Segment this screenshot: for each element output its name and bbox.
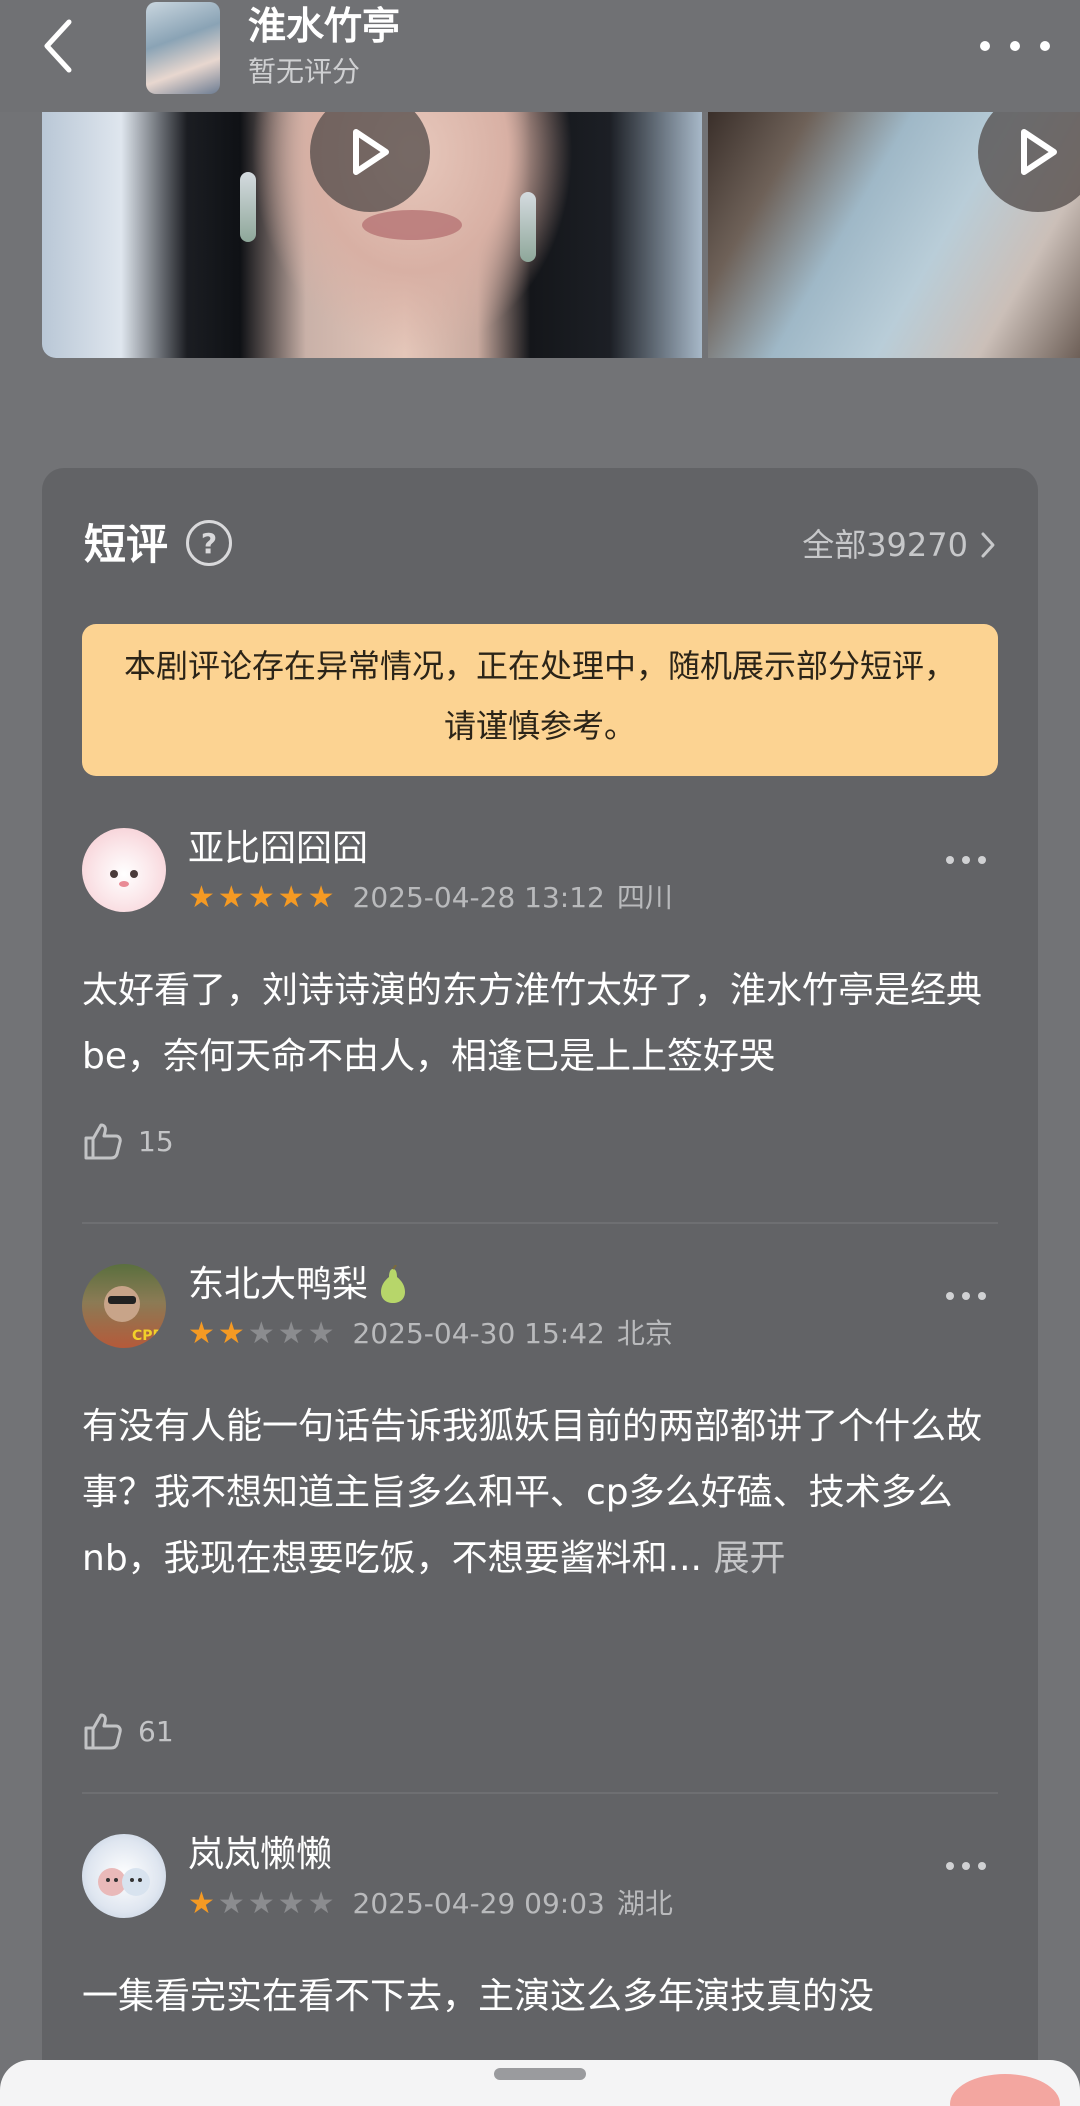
review-more-button[interactable]	[946, 1284, 986, 1308]
star-icon: ★	[277, 1886, 305, 1921]
page-title: 淮水竹亭	[248, 4, 401, 48]
review-username[interactable]: 亚比囧囧囧	[188, 824, 368, 874]
review-meta: ★ ★ ★ ★ ★ 2025-04-30 15:42 北京	[188, 1316, 673, 1352]
review-text: 一集看完实在看不下去，主演这么多年演技真的没	[82, 1976, 875, 2017]
review-location: 四川	[616, 881, 673, 914]
star-icon: ★	[188, 880, 215, 915]
username-text: 亚比囧囧囧	[188, 828, 369, 869]
chevron-right-icon	[981, 532, 995, 558]
review-time: 2025-04-29 09:03	[352, 1887, 605, 1920]
thumbnail-detail	[520, 192, 536, 262]
short-reviews-card: 短评 ? 全部39270 本剧评论存在异常情况，正在处理中，随机展示部分短评，请…	[42, 468, 1038, 2106]
avatar[interactable]	[82, 1834, 166, 1918]
like-button[interactable]: 61	[82, 1710, 174, 1752]
star-icon: ★	[277, 880, 305, 915]
help-icon[interactable]: ?	[186, 520, 232, 566]
notice-banner: 本剧评论存在异常情况，正在处理中，随机展示部分短评，请谨慎参考。	[82, 624, 998, 776]
star-icon: ★	[217, 880, 245, 915]
star-icon: ★	[307, 1886, 335, 1921]
review-item: 亚比囧囧囧 ★ ★ ★ ★ ★ 2025-04-28 13:12 四川 太好看了，刘诗诗…	[82, 828, 998, 1160]
thumbnail-detail	[362, 210, 462, 240]
play-icon[interactable]	[310, 112, 430, 212]
username-text: 岚岚懒懒	[188, 1834, 333, 1875]
pear-icon	[381, 1265, 406, 1303]
star-icon: ★	[247, 880, 275, 915]
review-meta: ★ ★ ★ ★ ★ 2025-04-29 09:03 湖北	[188, 1886, 673, 1922]
star-rating: ★ ★ ★ ★ ★	[188, 1889, 335, 1919]
star-rating: ★ ★ ★ ★ ★	[188, 883, 335, 913]
review-text: 太好看了，刘诗诗演的东方淮竹太好了，淮水竹亭是经典be，奈何天命不由人，相逢已是…	[82, 970, 983, 1077]
review-time: 2025-04-30 15:42	[352, 1317, 605, 1350]
like-count: 61	[138, 1714, 174, 1748]
drama-poster[interactable]	[146, 2, 220, 94]
divider	[82, 1222, 998, 1224]
like-count: 15	[138, 1124, 174, 1158]
expand-link[interactable]: 展开	[713, 1538, 785, 1579]
rating-status: 暂无评分	[248, 55, 361, 88]
video-thumbnail[interactable]	[42, 112, 702, 358]
star-icon: ★	[217, 1886, 245, 1921]
star-icon: ★	[247, 1886, 275, 1921]
chevron-left-icon	[44, 19, 72, 73]
star-icon: ★	[307, 1316, 335, 1351]
top-bar: 淮水竹亭 暂无评分	[0, 0, 1080, 112]
all-reviews-link[interactable]: 全部39270	[802, 518, 996, 572]
play-icon[interactable]	[978, 112, 1080, 212]
all-reviews-label: 全部39270	[802, 526, 968, 564]
more-options-button[interactable]	[980, 26, 1050, 66]
thumbnail-detail	[240, 172, 256, 242]
avatar[interactable]: CPD	[82, 1264, 166, 1348]
review-text: 有没有人能一句话告诉我狐妖目前的两部都讲了个什么故事？我不想知道主旨多么和平、c…	[82, 1394, 998, 1592]
star-icon: ★	[188, 1316, 215, 1351]
video-thumbnail[interactable]	[708, 112, 1080, 358]
review-username[interactable]: 东北大鸭梨	[188, 1260, 410, 1310]
review-location: 北京	[616, 1317, 673, 1350]
review-more-button[interactable]	[946, 1854, 986, 1878]
video-strip	[0, 112, 1080, 358]
star-rating: ★ ★ ★ ★ ★	[188, 1319, 335, 1349]
star-icon: ★	[188, 1886, 215, 1921]
star-icon: ★	[247, 1316, 275, 1351]
review-meta: ★ ★ ★ ★ ★ 2025-04-28 13:12 四川	[188, 880, 673, 916]
divider	[82, 1792, 998, 1794]
review-text-body: 有没有人能一句话告诉我狐妖目前的两部都讲了个什么故事？我不想知道主旨多么和平、c…	[82, 1406, 983, 1579]
review-location: 湖北	[616, 1887, 673, 1920]
star-icon: ★	[307, 880, 335, 915]
back-button[interactable]	[30, 14, 86, 78]
section-title: 短评	[84, 520, 169, 569]
star-icon: ★	[277, 1316, 305, 1351]
star-icon: ★	[217, 1316, 245, 1351]
thumbs-up-icon	[84, 1713, 122, 1750]
avatar[interactable]	[82, 828, 166, 912]
review-time: 2025-04-28 13:12	[352, 881, 605, 914]
review-more-button[interactable]	[946, 848, 986, 872]
thumbs-up-icon	[84, 1123, 122, 1160]
review-item: CPD 东北大鸭梨 ★ ★ ★ ★ ★ 2025-04-30 15:42 北京 有没有人…	[82, 1264, 998, 1750]
home-bar[interactable]	[494, 2068, 586, 2080]
review-username[interactable]: 岚岚懒懒	[188, 1830, 332, 1880]
svg-text:CPD: CPD	[132, 1328, 164, 1344]
username-text: 东北大鸭梨	[188, 1264, 369, 1305]
review-item: 岚岚懒懒 ★ ★ ★ ★ ★ 2025-04-29 09:03 湖北 一集看完实在看不下…	[82, 1834, 998, 2074]
like-button[interactable]: 15	[82, 1120, 174, 1162]
bottom-sheet-handle[interactable]	[0, 2060, 1080, 2106]
